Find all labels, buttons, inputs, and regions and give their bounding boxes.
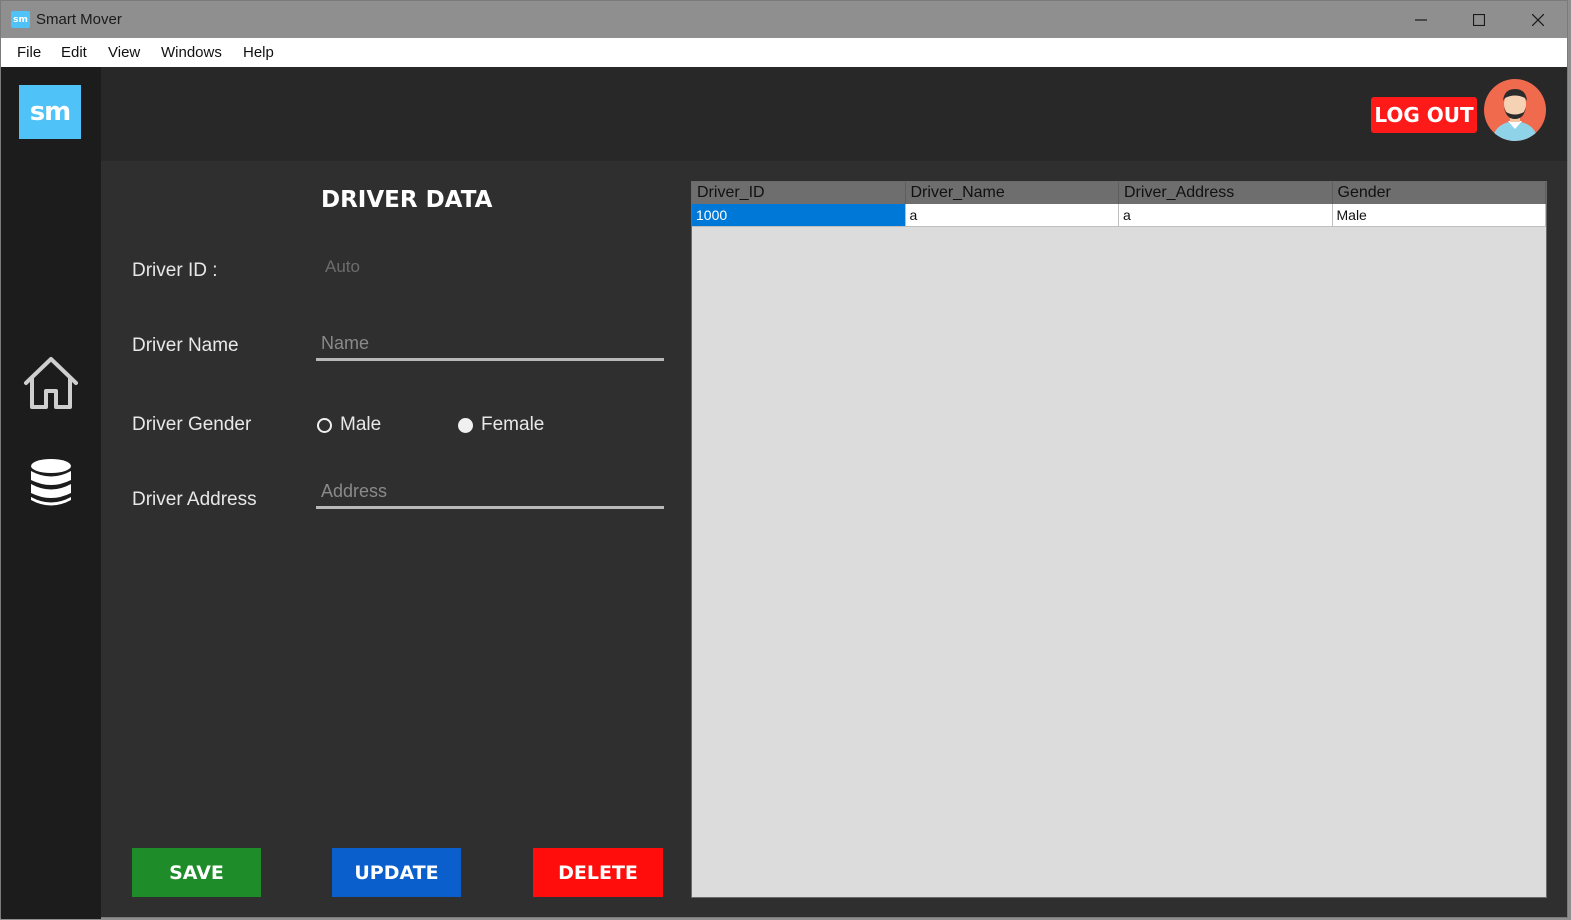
page-title: DRIVER DATA [321, 187, 493, 213]
table-cell[interactable]: a [905, 204, 1119, 227]
table-row[interactable]: 1000 a a Male [692, 204, 1546, 227]
menu-help[interactable]: Help [243, 44, 274, 61]
column-header-driver-address[interactable]: Driver_Address [1119, 182, 1333, 204]
menu-edit[interactable]: Edit [61, 44, 87, 61]
table-cell[interactable]: Male [1332, 204, 1546, 227]
save-button[interactable]: SAVE [132, 848, 261, 897]
driver-address-label: Driver Address [132, 489, 257, 510]
database-button[interactable] [21, 453, 81, 513]
close-button[interactable] [1509, 1, 1567, 38]
table-header: Driver_ID Driver_Name Driver_Address Gen… [692, 182, 1546, 204]
update-button[interactable]: UPDATE [332, 848, 461, 897]
table-cell[interactable]: a [1119, 204, 1333, 227]
driver-name-label: Driver Name [132, 335, 239, 356]
radio-checked-icon [458, 417, 473, 433]
home-icon [24, 357, 78, 409]
gender-radio-female[interactable]: Female [458, 414, 544, 436]
minimize-button[interactable] [1392, 1, 1450, 38]
driver-name-field[interactable] [316, 329, 664, 361]
home-button[interactable] [21, 353, 81, 413]
column-header-driver-id[interactable]: Driver_ID [692, 182, 906, 204]
driver-address-field[interactable] [316, 477, 664, 509]
top-header: LOG OUT [101, 67, 1567, 161]
table-cell[interactable]: 1000 [692, 204, 906, 227]
driver-gender-label: Driver Gender [132, 414, 252, 435]
delete-button[interactable]: DELETE [533, 848, 663, 897]
sidebar: sm [1, 67, 101, 919]
app-icon: sm [11, 11, 30, 28]
window-title: Smart Mover [36, 11, 122, 28]
radio-unchecked-icon [317, 417, 332, 433]
column-header-driver-name[interactable]: Driver_Name [906, 182, 1119, 204]
column-header-gender[interactable]: Gender [1333, 182, 1546, 204]
database-icon [31, 459, 71, 506]
radio-label-female: Female [481, 414, 545, 435]
logout-button[interactable]: LOG OUT [1371, 97, 1477, 133]
avatar-icon [1492, 89, 1538, 141]
maximize-button[interactable] [1450, 1, 1508, 38]
driver-id-value: Auto [325, 257, 360, 276]
menu-bar: File Edit View Windows Help [1, 38, 1567, 67]
menu-view[interactable]: View [108, 44, 140, 61]
minimize-icon [1415, 18, 1427, 21]
menu-windows[interactable]: Windows [161, 44, 222, 61]
radio-label-male: Male [340, 414, 382, 435]
close-icon [1532, 13, 1544, 26]
gender-radio-male[interactable]: Male [317, 414, 381, 436]
app-logo: sm [19, 85, 81, 139]
maximize-icon [1473, 13, 1485, 26]
driver-id-label: Driver ID : [132, 260, 218, 281]
driver-table[interactable]: Driver_ID Driver_Name Driver_Address Gen… [691, 181, 1547, 898]
title-bar: sm Smart Mover [1, 1, 1567, 38]
user-avatar[interactable] [1484, 79, 1546, 141]
menu-file[interactable]: File [17, 44, 41, 61]
app-window: sm Smart Mover File Edit View Windows He… [0, 0, 1568, 919]
